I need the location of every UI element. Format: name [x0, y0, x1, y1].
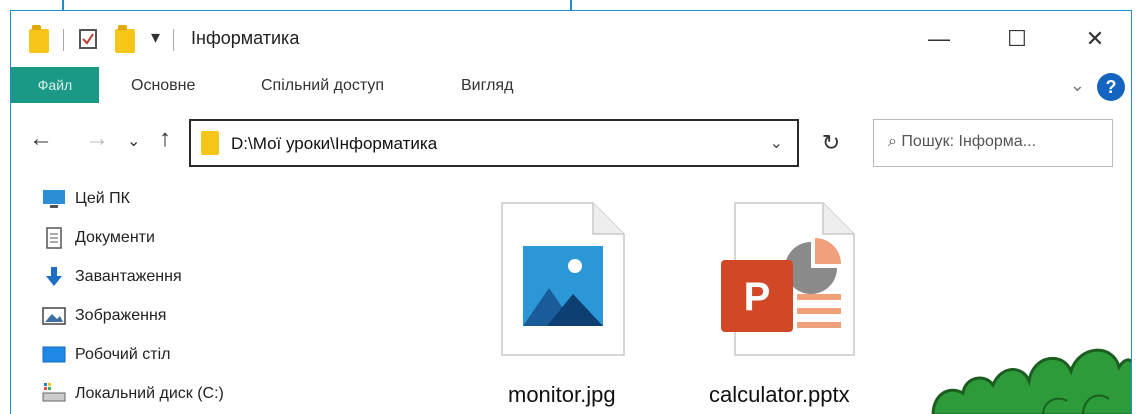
- sidebar-item-label: Робочий стіл: [75, 346, 171, 363]
- folder-icon[interactable]: [29, 25, 49, 53]
- sidebar-item-label: Цей ПК: [75, 190, 130, 207]
- refresh-button[interactable]: ↻: [809, 119, 853, 167]
- file-name: monitor.jpg: [508, 382, 616, 407]
- tab-view[interactable]: Вигляд: [461, 77, 513, 95]
- properties-checkbox-icon[interactable]: [79, 29, 97, 49]
- forward-button[interactable]: →: [85, 125, 109, 153]
- ribbon-collapse-icon[interactable]: ⌄: [1070, 75, 1085, 96]
- address-path[interactable]: D:\Мої уроки\Інформатика: [231, 134, 437, 154]
- quick-access-dropdown-icon[interactable]: ▾: [151, 27, 160, 48]
- tab-file[interactable]: Файл: [11, 67, 99, 103]
- search-icon: ⌕: [888, 133, 897, 150]
- minimize-button[interactable]: —: [911, 19, 967, 59]
- maximize-button[interactable]: ☐: [989, 19, 1045, 59]
- navigation-bar: ← → ⌄ ↑ D:\Мої уроки\Інформатика ⌄ ↻ ⌕ П…: [11, 111, 1131, 175]
- search-placeholder[interactable]: ⌕ Пошук: Інформа...: [888, 133, 1036, 151]
- sidebar-item-label: Локальний диск (C:): [75, 385, 224, 402]
- sidebar-item-this-pc[interactable]: Цей ПК: [41, 182, 130, 216]
- powerpoint-file-icon: P: [721, 202, 855, 356]
- documents-icon: [41, 227, 67, 249]
- window-title: Інформатика: [191, 28, 300, 48]
- pictures-icon: [41, 305, 67, 327]
- desktop-icon: [41, 344, 67, 366]
- search-box[interactable]: ⌕ Пошук: Інформа...: [873, 119, 1113, 167]
- tab-share[interactable]: Спільний доступ: [261, 77, 384, 95]
- local-disk-icon: [41, 383, 67, 405]
- close-button[interactable]: ✕: [1067, 19, 1123, 59]
- image-file-icon: [501, 202, 625, 356]
- search-placeholder-text: Пошук: Інформа...: [901, 133, 1037, 150]
- file-name: calculator.pptx: [709, 382, 850, 407]
- sidebar-item-label: Документи: [75, 229, 155, 246]
- new-folder-icon[interactable]: [115, 25, 135, 53]
- divider: [173, 29, 174, 51]
- downloads-icon: [41, 266, 67, 288]
- explorer-window: ▾ Інформатика — ☐ ✕ Файл Основне Спільни…: [10, 10, 1132, 414]
- svg-text:P: P: [744, 275, 771, 319]
- address-bar[interactable]: D:\Мої уроки\Інформатика ⌄: [189, 119, 799, 167]
- sidebar-item-label: Зображення: [75, 307, 167, 324]
- help-button[interactable]: ?: [1097, 73, 1125, 101]
- sidebar-item-pictures[interactable]: Зображення: [41, 299, 166, 333]
- address-dropdown-icon[interactable]: ⌄: [770, 133, 783, 153]
- sidebar-item-documents[interactable]: Документи: [41, 221, 155, 255]
- sidebar-item-downloads[interactable]: Завантаження: [41, 260, 182, 294]
- tab-home[interactable]: Основне: [131, 77, 195, 95]
- decorative-bush: [931, 348, 1131, 414]
- back-button[interactable]: ←: [29, 125, 53, 153]
- ribbon-tabs: Файл Основне Спільний доступ Вигляд ⌄ ?: [11, 65, 1131, 107]
- recent-locations-button[interactable]: ⌄: [127, 131, 140, 151]
- sidebar-item-local-disk[interactable]: Локальний диск (C:): [41, 377, 224, 411]
- sidebar-item-label: Завантаження: [75, 268, 182, 285]
- file-item-monitor[interactable]: monitor.jpg: [501, 202, 651, 412]
- divider: [63, 29, 64, 51]
- computer-icon: [41, 188, 67, 210]
- folder-icon: [201, 131, 219, 155]
- file-item-calculator[interactable]: P calculator.pptx: [709, 202, 901, 412]
- up-button[interactable]: ↑: [159, 125, 171, 153]
- title-bar: ▾ Інформатика — ☐ ✕: [11, 11, 1131, 65]
- sidebar-item-desktop[interactable]: Робочий стіл: [41, 338, 170, 372]
